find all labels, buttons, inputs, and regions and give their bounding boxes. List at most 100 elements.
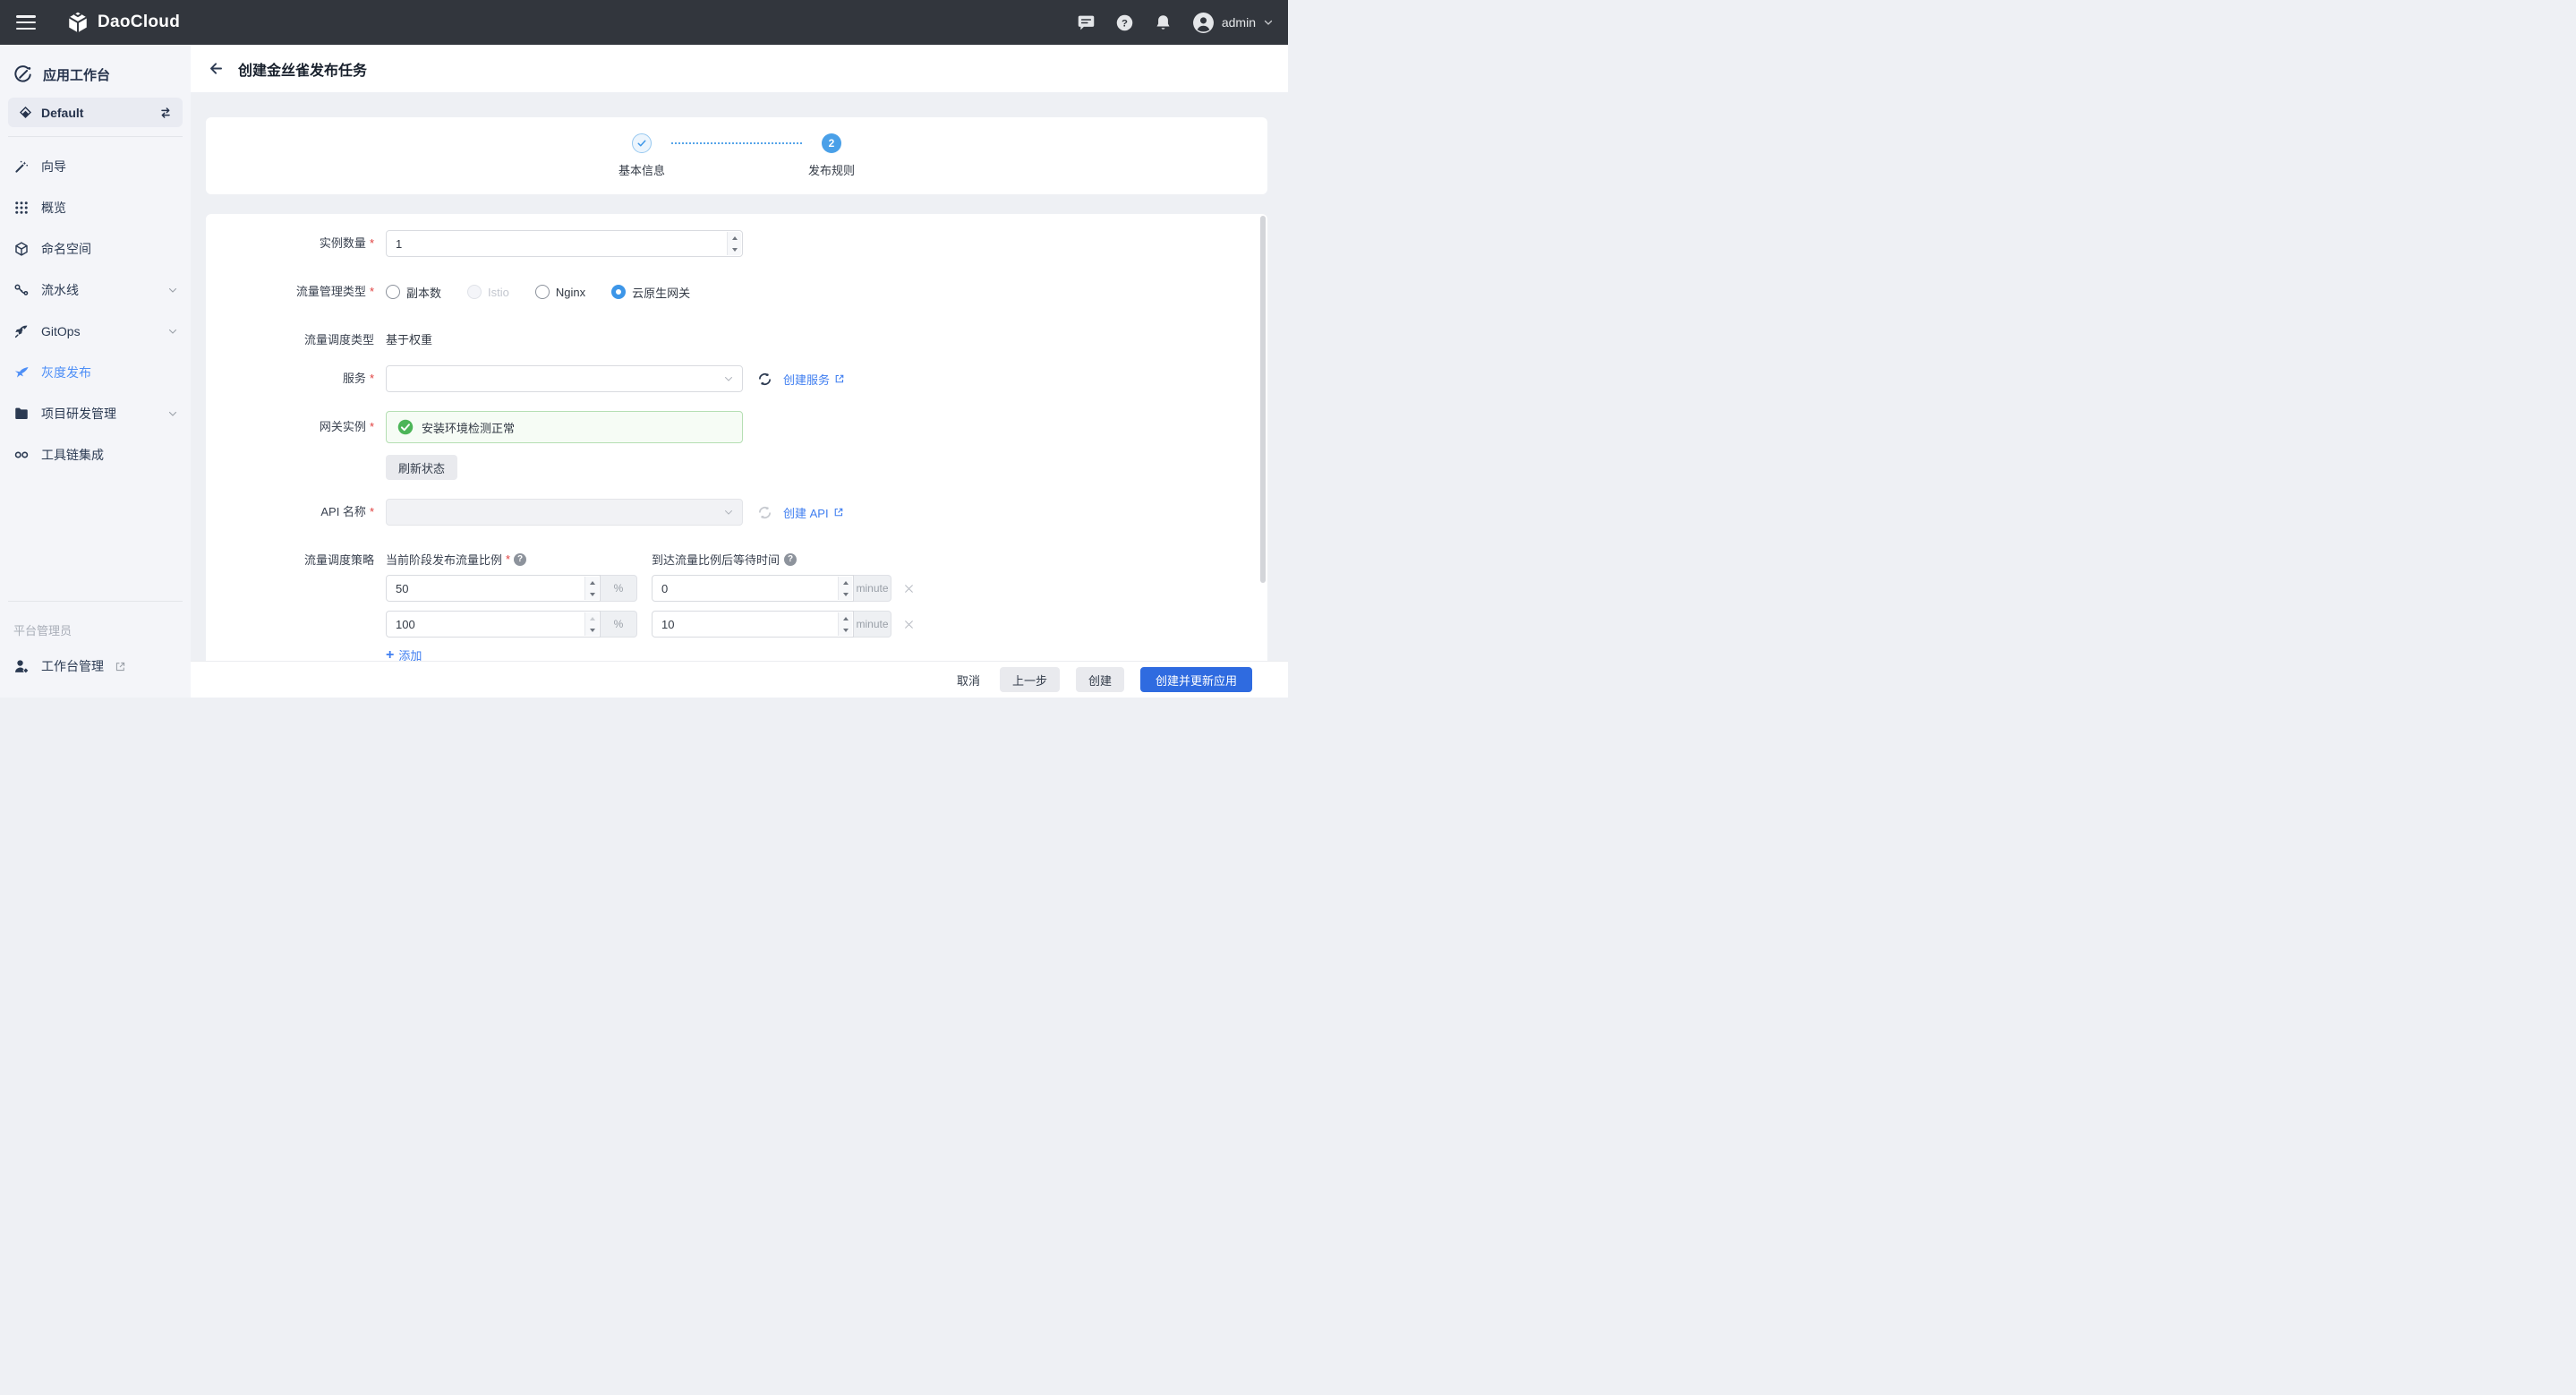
radio-icon	[467, 285, 482, 299]
required-asterisk: *	[370, 278, 374, 305]
spinner-down-icon[interactable]	[839, 624, 852, 636]
external-link-icon	[834, 373, 845, 384]
sidebar-item-label: 流水线	[41, 281, 79, 299]
spinner-down-icon[interactable]	[585, 624, 599, 636]
sidebar-item-project-management[interactable]: 项目研发管理	[0, 393, 191, 434]
daocloud-cube-icon	[66, 11, 90, 34]
required-asterisk: *	[506, 552, 510, 566]
step-release-rules: 2 发布规则	[808, 133, 855, 178]
help-icon[interactable]: ?	[1115, 13, 1134, 32]
person-cube-icon	[13, 658, 30, 675]
sidebar: 应用工作台 Default 向导 概览	[0, 45, 191, 698]
sidebar-item-toolchain[interactable]: 工具链集成	[0, 434, 191, 475]
sidebar-item-label: GitOps	[41, 324, 81, 338]
workspace-selector[interactable]: Default	[8, 98, 183, 127]
sidebar-divider	[8, 136, 183, 137]
pipeline-icon	[13, 282, 30, 298]
wait-input-box	[652, 611, 854, 638]
spinner-up-icon[interactable]	[728, 232, 741, 244]
wand-icon	[13, 158, 30, 175]
sidebar-header: 应用工作台	[0, 57, 191, 96]
radio-nginx[interactable]: Nginx	[535, 285, 585, 299]
percent-input[interactable]	[387, 576, 600, 601]
sidebar-item-label: 向导	[41, 158, 66, 175]
sidebar-item-workbench-admin[interactable]: 工作台管理	[0, 647, 191, 685]
top-navbar: DaoCloud ? admin	[0, 0, 1288, 45]
spinner-down-icon[interactable]	[728, 244, 741, 255]
username: admin	[1222, 15, 1256, 30]
sidebar-item-canary-release[interactable]: 灰度发布	[0, 352, 191, 393]
create-button[interactable]: 创建	[1076, 667, 1124, 692]
workbench-icon	[13, 64, 33, 85]
avatar	[1192, 12, 1215, 34]
wait-input-box	[652, 575, 854, 602]
spinner-up-icon[interactable]	[585, 577, 599, 588]
chat-icon[interactable]	[1077, 13, 1096, 32]
refresh-service-icon[interactable]	[757, 372, 772, 387]
gateway-status-box: 安装环境检测正常	[386, 411, 743, 443]
spinner-up-disabled-icon	[585, 612, 599, 624]
sidebar-item-label: 命名空间	[41, 240, 91, 258]
required-asterisk: *	[370, 365, 374, 392]
spinner-down-icon[interactable]	[585, 588, 599, 600]
wait-input[interactable]	[653, 576, 853, 601]
previous-step-button[interactable]: 上一步	[1000, 667, 1060, 692]
radio-replicas[interactable]: 副本数	[386, 284, 441, 301]
percent-unit: %	[601, 575, 637, 602]
create-api-link[interactable]: 创建 API	[783, 504, 844, 521]
sidebar-item-overview[interactable]: 概览	[0, 187, 191, 228]
hamburger-menu-icon[interactable]	[16, 15, 36, 30]
spinner-up-icon[interactable]	[839, 577, 852, 588]
rocket-icon	[13, 323, 30, 339]
help-icon[interactable]: ?	[784, 553, 797, 566]
percent-input[interactable]	[387, 612, 600, 637]
cancel-button[interactable]: 取消	[957, 672, 980, 689]
sidebar-title: 应用工作台	[43, 65, 110, 84]
step-connector	[671, 142, 802, 144]
sidebar-item-label: 项目研发管理	[41, 405, 116, 423]
user-menu[interactable]: admin	[1192, 12, 1274, 34]
switch-workspace-icon[interactable]	[158, 106, 173, 120]
chevron-down-icon	[723, 373, 734, 384]
strategy-row: % minute	[386, 611, 915, 638]
radio-istio: Istio	[467, 285, 509, 299]
instances-label: 实例数量*	[206, 230, 374, 257]
gateway-label: 网关实例*	[206, 411, 374, 443]
service-label: 服务*	[206, 365, 374, 392]
wait-input[interactable]	[653, 612, 853, 637]
stepper-card: 基本信息 2 发布规则	[206, 117, 1267, 194]
radio-icon	[386, 285, 400, 299]
step-label: 发布规则	[808, 161, 855, 178]
instances-input[interactable]	[387, 231, 742, 256]
help-icon[interactable]: ?	[514, 553, 526, 566]
chevron-down-icon	[167, 408, 178, 419]
service-select[interactable]	[386, 365, 743, 392]
sidebar-item-namespace[interactable]: 命名空间	[0, 228, 191, 270]
notification-bell-icon[interactable]	[1154, 13, 1173, 32]
sidebar-item-wizard[interactable]: 向导	[0, 146, 191, 187]
remove-row-icon[interactable]	[903, 583, 915, 595]
chevron-down-icon	[167, 326, 178, 337]
release-rules-form: 实例数量* 流量管理类	[206, 214, 1267, 698]
radio-cloud-native-gateway[interactable]: 云原生网关	[611, 284, 690, 301]
scrollbar-thumb[interactable]	[1260, 216, 1266, 583]
create-and-update-button[interactable]: 创建并更新应用	[1140, 667, 1252, 692]
spinner-down-icon[interactable]	[839, 588, 852, 600]
schedule-type-value: 基于权重	[386, 330, 432, 347]
refresh-status-button[interactable]: 刷新状态	[386, 455, 457, 480]
spinner-up-icon[interactable]	[839, 612, 852, 624]
sidebar-item-gitops[interactable]: GitOps	[0, 311, 191, 352]
svg-text:?: ?	[1122, 18, 1128, 29]
sidebar-divider	[8, 601, 183, 602]
step-number: 2	[822, 133, 841, 153]
folder-icon	[13, 406, 30, 422]
instances-spinner	[727, 232, 741, 255]
remove-row-icon[interactable]	[903, 619, 915, 630]
radio-checked-icon	[611, 285, 626, 299]
gateway-status-text: 安装环境检测正常	[422, 419, 515, 436]
traffic-type-label: 流量管理类型*	[206, 278, 374, 305]
create-service-link[interactable]: 创建服务	[783, 371, 845, 388]
strategy-wait-header: 到达流量比例后等待时间 ?	[652, 551, 797, 568]
back-arrow-icon[interactable]	[208, 60, 225, 77]
sidebar-item-pipeline[interactable]: 流水线	[0, 270, 191, 311]
